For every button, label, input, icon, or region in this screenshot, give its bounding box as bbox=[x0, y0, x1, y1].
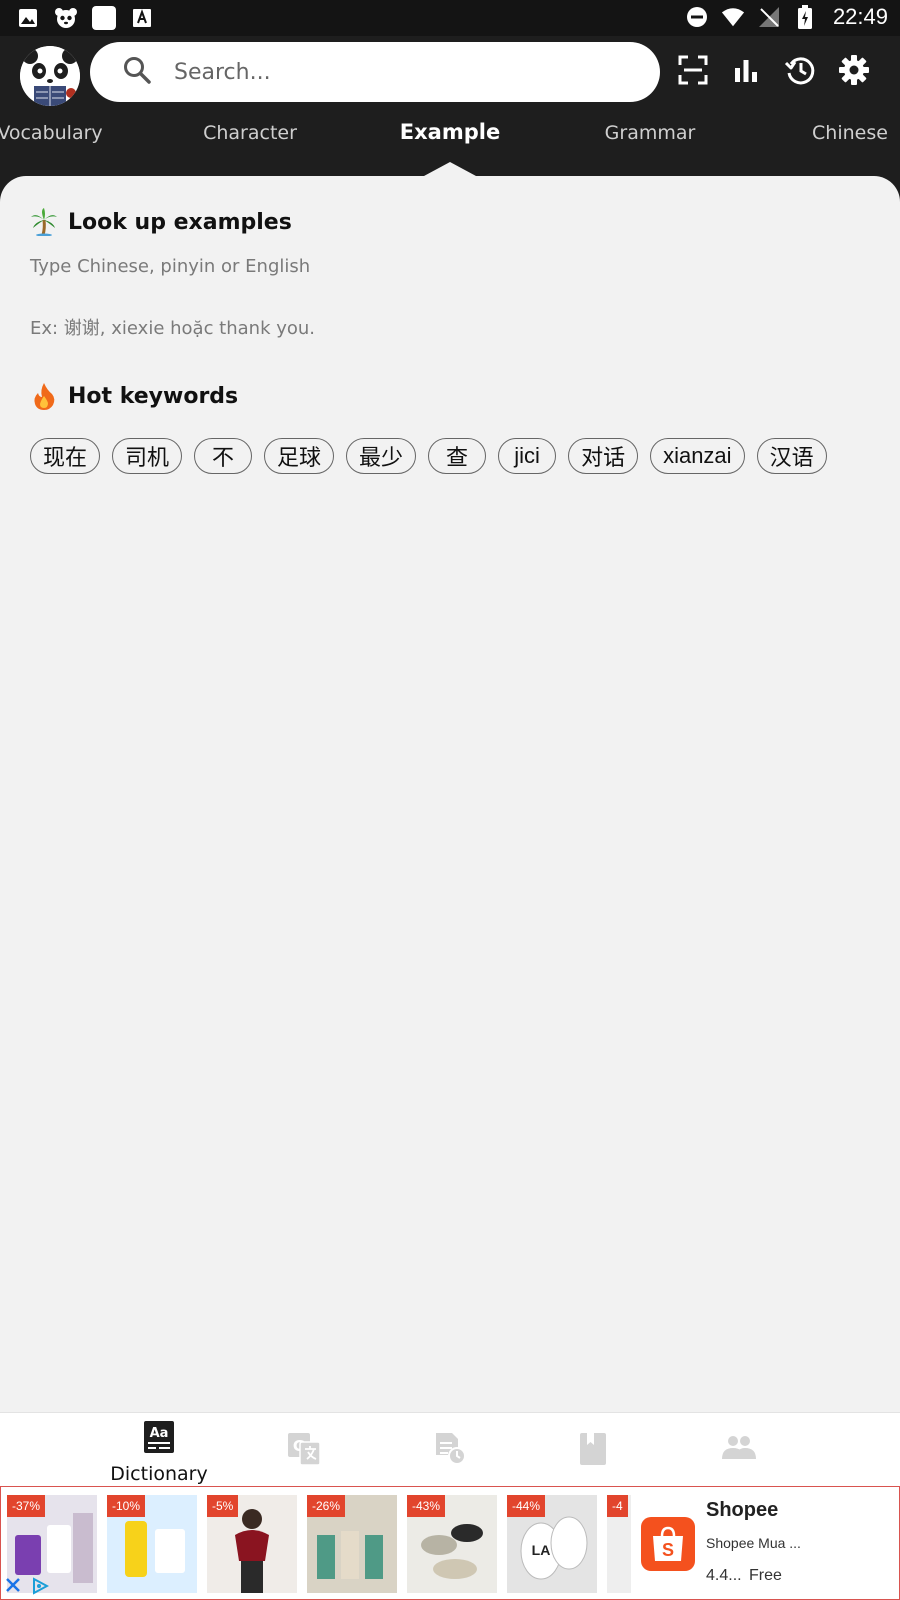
active-tab-indicator bbox=[424, 162, 476, 176]
shopee-logo-icon: S bbox=[641, 1517, 695, 1571]
app-header: Vocabulary Character Example Grammar Chi… bbox=[0, 36, 900, 176]
app-notification-icon bbox=[92, 6, 116, 30]
settings-button[interactable] bbox=[834, 52, 874, 92]
search-icon bbox=[122, 55, 152, 89]
svg-text:Aa: Aa bbox=[150, 1426, 169, 1441]
nav-community[interactable] bbox=[679, 1435, 799, 1463]
panda-notification-icon bbox=[54, 6, 78, 30]
tab-bar: Vocabulary Character Example Grammar Chi… bbox=[0, 114, 900, 160]
battery-charging-icon bbox=[793, 5, 817, 29]
font-notification-icon bbox=[130, 6, 154, 30]
notebook-icon bbox=[580, 1433, 606, 1469]
panda-logo-avatar[interactable] bbox=[20, 46, 80, 106]
nav-notebook[interactable] bbox=[533, 1433, 653, 1469]
lookup-example: Ex: 谢谢, xiexie hoặc thank you. bbox=[30, 318, 316, 339]
history-button[interactable] bbox=[780, 52, 820, 92]
tab-grammar[interactable]: Grammar bbox=[605, 122, 696, 144]
history-icon bbox=[784, 54, 816, 90]
keyword-chip[interactable]: 不 bbox=[194, 438, 253, 474]
main-content: Look up examples Type Chinese, pinyin or… bbox=[0, 176, 900, 1412]
keyword-chip[interactable]: 汉语 bbox=[756, 438, 827, 474]
status-bar: 22:49 bbox=[0, 0, 900, 36]
discount-badge: -5% bbox=[207, 1495, 239, 1517]
dictionary-icon: Aa bbox=[144, 1421, 174, 1457]
ad-product-card[interactable]: -43% bbox=[407, 1495, 497, 1593]
status-time: 22:49 bbox=[832, 4, 888, 29]
ad-choices-icon[interactable] bbox=[31, 1577, 50, 1599]
keyword-chip[interactable]: 司机 bbox=[112, 438, 183, 474]
discount-badge: -44% bbox=[507, 1495, 546, 1517]
discount-badge: -26% bbox=[307, 1495, 346, 1517]
lookup-title-text: Look up examples bbox=[68, 209, 292, 235]
gear-icon bbox=[838, 54, 870, 90]
palm-tree-icon bbox=[30, 208, 58, 236]
scan-button[interactable] bbox=[673, 52, 713, 92]
search-input[interactable] bbox=[174, 59, 614, 85]
tab-vocabulary[interactable]: Vocabulary bbox=[0, 122, 103, 144]
keyword-chip[interactable]: 查 bbox=[428, 438, 487, 474]
lookup-section-title: Look up examples bbox=[30, 208, 292, 236]
ad-close-icon[interactable] bbox=[5, 1577, 21, 1597]
tab-chinese[interactable]: Chinese bbox=[812, 122, 888, 144]
discount-badge: -10% bbox=[107, 1495, 146, 1517]
ad-product-card[interactable]: -44% LA bbox=[507, 1495, 597, 1593]
bar-chart-icon bbox=[732, 56, 760, 88]
keyword-chip[interactable]: 足球 bbox=[264, 438, 335, 474]
bottom-nav: Aa Dictionary G bbox=[0, 1412, 900, 1486]
no-signal-icon bbox=[757, 5, 781, 29]
ad-title: Shopee bbox=[706, 1499, 779, 1521]
tab-example[interactable]: Example bbox=[400, 120, 500, 144]
keyword-chip[interactable]: 最少 bbox=[346, 438, 417, 474]
do-not-disturb-icon bbox=[685, 5, 709, 29]
search-bar[interactable] bbox=[90, 42, 660, 102]
keyword-chip[interactable]: 现在 bbox=[30, 438, 101, 474]
test-icon bbox=[434, 1433, 466, 1469]
image-notification-icon bbox=[16, 6, 40, 30]
stats-button[interactable] bbox=[726, 52, 766, 92]
keyword-chip[interactable]: xianzai bbox=[650, 438, 745, 474]
nav-translate[interactable]: G bbox=[244, 1433, 364, 1469]
ad-product-card[interactable]: -5% bbox=[207, 1495, 297, 1593]
fire-icon bbox=[30, 382, 58, 410]
wifi-icon bbox=[721, 5, 745, 29]
nav-dictionary-label: Dictionary bbox=[110, 1463, 208, 1485]
nav-test[interactable] bbox=[390, 1433, 510, 1469]
svg-text:LA: LA bbox=[532, 1542, 551, 1558]
ad-subtitle: Shopee Mua ... bbox=[706, 1535, 801, 1551]
hot-keywords-list: 现在 司机 不 足球 最少 查 jici 对话 xianzai 汉语 bbox=[30, 438, 827, 474]
translate-icon: G bbox=[288, 1433, 321, 1469]
keyword-chip[interactable]: jici bbox=[498, 438, 557, 474]
hot-keywords-title: Hot keywords bbox=[30, 382, 238, 410]
svg-text:S: S bbox=[662, 1540, 674, 1560]
keyword-chip[interactable]: 对话 bbox=[568, 438, 639, 474]
discount-badge: -37% bbox=[7, 1495, 46, 1517]
ad-app-info[interactable]: S Shopee Shopee Mua ... 4.4... Free bbox=[631, 1487, 899, 1599]
lookup-hint: Type Chinese, pinyin or English bbox=[30, 256, 311, 277]
ad-product-card[interactable]: -26% bbox=[307, 1495, 397, 1593]
discount-badge: -43% bbox=[407, 1495, 446, 1517]
hot-keywords-text: Hot keywords bbox=[68, 383, 239, 409]
ad-rating: 4.4... bbox=[706, 1567, 742, 1584]
nav-dictionary[interactable]: Aa Dictionary bbox=[99, 1421, 219, 1485]
community-icon bbox=[722, 1435, 756, 1463]
ad-product-card[interactable]: -10% bbox=[107, 1495, 197, 1593]
scan-icon bbox=[678, 55, 708, 89]
ad-banner[interactable]: -37% -10% -5% -26% -43% -44% LA -4 S Sho… bbox=[0, 1486, 900, 1600]
ad-price: Free bbox=[749, 1567, 782, 1584]
tab-character[interactable]: Character bbox=[203, 122, 297, 144]
discount-badge: -4 bbox=[607, 1495, 628, 1517]
ad-product-card[interactable]: -4 bbox=[607, 1495, 631, 1593]
